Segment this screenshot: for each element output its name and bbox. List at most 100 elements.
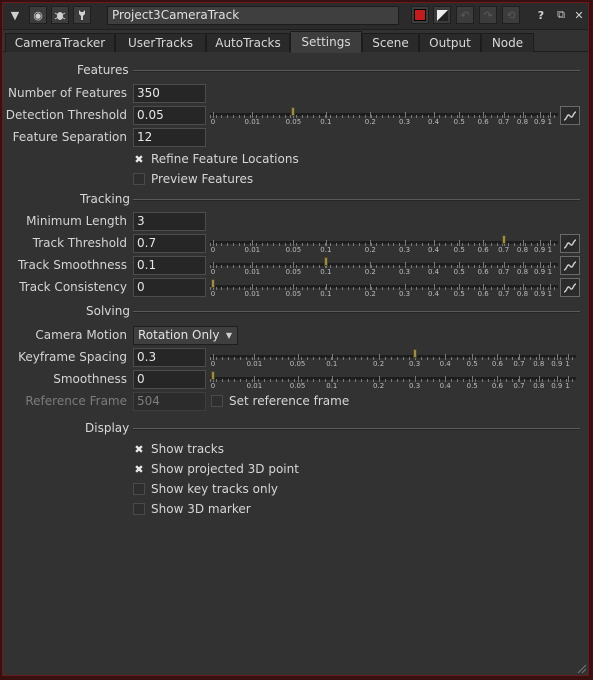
checkbox-box[interactable]: [133, 503, 145, 515]
slider-tick-label: 0.05: [285, 268, 302, 276]
slider-minor-tick: [474, 243, 475, 246]
slider-tick-label: 0.05: [285, 118, 302, 126]
slider-minor-tick: [267, 287, 268, 290]
slider-minor-tick: [348, 287, 349, 290]
node-name-field[interactable]: Project3CameraTrack: [107, 6, 399, 25]
help-icon[interactable]: ?: [532, 6, 550, 24]
track-smoothness-slider[interactable]: 0 0.01 0.05 0.1 0.2 0.3 0.4 0.5 0.6 0.7 0.8 0.9 1: [210, 255, 558, 277]
slider-handle[interactable]: [211, 371, 215, 380]
redo-icon[interactable]: ↷: [479, 6, 497, 24]
slider-handle[interactable]: [211, 279, 215, 288]
close-icon[interactable]: ✕: [570, 6, 588, 24]
slider-minor-tick: [307, 287, 308, 290]
slider-handle[interactable]: [323, 257, 328, 266]
slider-minor-tick: [349, 379, 350, 382]
slider-minor-tick: [228, 357, 229, 360]
tab-node[interactable]: Node: [481, 33, 534, 52]
slider-tick-label: 1: [565, 360, 570, 368]
detection-threshold-field[interactable]: 0.05: [133, 106, 206, 125]
track-threshold-curve-icon[interactable]: [560, 234, 580, 253]
detection-threshold-slider[interactable]: 0 0.01 0.05 0.1 0.2 0.3 0.4 0.5 0.6 0.7 0.8 0.9 1: [210, 105, 558, 127]
checkbox-check-icon[interactable]: ✖: [133, 443, 145, 456]
track-consistency-slider[interactable]: 0 0.01 0.05 0.1 0.2 0.3 0.4 0.5 0.6 0.7 0.8 0.9 1: [210, 277, 558, 299]
slider-tick-label: 0.5: [466, 382, 478, 390]
tab-usertracks[interactable]: UserTracks: [115, 33, 206, 52]
slider-minor-tick: [376, 243, 377, 246]
slider-minor-tick: [388, 287, 389, 290]
checkbox-box[interactable]: [133, 483, 145, 495]
slider-tick-label: 0.4: [428, 246, 440, 254]
preview-features-checkbox[interactable]: Preview Features: [133, 171, 253, 187]
show-tracks-checkbox[interactable]: ✖ Show tracks: [133, 441, 224, 457]
tab-output[interactable]: Output: [419, 33, 481, 52]
float-panel-icon[interactable]: ⧉: [552, 6, 570, 24]
slider-minor-tick: [336, 115, 337, 118]
section-divider: [133, 70, 580, 72]
slider-minor-tick: [336, 265, 337, 268]
refine-feature-locations-checkbox[interactable]: ✖ Refine Feature Locations: [133, 151, 298, 167]
minimum-length-field[interactable]: 3: [133, 212, 206, 231]
feature-separation-field[interactable]: 12: [133, 128, 206, 147]
slider-minor-tick: [572, 379, 573, 382]
keyframe-spacing-slider[interactable]: 0 0.01 0.05 0.1 0.2 0.3 0.4 0.5 0.6 0.7 0.8 0.9 1: [210, 347, 576, 369]
tab-autotracks[interactable]: AutoTracks: [206, 33, 290, 52]
slider-minor-tick: [276, 357, 277, 360]
checkbox-check-icon[interactable]: ✖: [133, 463, 145, 476]
bug-icon[interactable]: [51, 6, 69, 24]
slider-minor-tick: [342, 287, 343, 290]
smoothness-field[interactable]: 0: [133, 370, 206, 389]
slider-tick-label: 0.1: [320, 246, 332, 254]
show-key-tracks-only-checkbox[interactable]: Show key tracks only: [133, 481, 278, 497]
number-of-features-field[interactable]: 350: [133, 84, 206, 103]
keyframe-spacing-field[interactable]: 0.3: [133, 348, 206, 367]
reference-frame-field[interactable]: 504: [133, 392, 206, 411]
revert-icon[interactable]: ⟲: [502, 6, 520, 24]
collapse-arrow-icon[interactable]: ▼: [6, 6, 24, 24]
color-swatch-bw-icon[interactable]: [433, 6, 451, 24]
checkbox-box[interactable]: [133, 173, 145, 185]
checkbox-box[interactable]: [211, 395, 223, 407]
tab-cameratracker[interactable]: CameraTracker: [5, 33, 115, 52]
slider-tick-label: 0.2: [373, 360, 385, 368]
wrench-icon[interactable]: [73, 6, 91, 24]
slider-handle[interactable]: [291, 107, 296, 116]
undo-icon[interactable]: ↶: [456, 6, 474, 24]
slider-tick-label: 0.6: [491, 382, 503, 390]
tab-scene[interactable]: Scene: [362, 33, 419, 52]
color-swatch-red-icon[interactable]: [411, 6, 429, 24]
slider-tick-label: 0.9: [551, 360, 563, 368]
slider-handle[interactable]: [412, 349, 417, 358]
tab-settings[interactable]: Settings: [290, 31, 362, 53]
detection-threshold-curve-icon[interactable]: [560, 106, 580, 125]
slider-minor-tick: [216, 357, 217, 360]
track-smoothness-field[interactable]: 0.1: [133, 256, 206, 275]
track-threshold-field[interactable]: 0.7: [133, 234, 206, 253]
smoothness-slider[interactable]: 0 0.01 0.05 0.1 0.2 0.3 0.4 0.5 0.6 0.7 0.8 0.9 1: [210, 369, 576, 391]
slider-handle[interactable]: [501, 235, 506, 244]
record-icon[interactable]: ◉: [29, 6, 47, 24]
slider-minor-tick: [313, 379, 314, 382]
slider-minor-tick: [554, 243, 555, 246]
slider-minor-tick: [222, 357, 223, 360]
track-smoothness-curve-icon[interactable]: [560, 256, 580, 275]
slider-minor-tick: [514, 287, 515, 290]
slider-minor-tick: [240, 379, 241, 382]
track-consistency-field[interactable]: 0: [133, 278, 206, 297]
resize-grip-icon[interactable]: [576, 663, 586, 673]
slider-tick-label: 0.8: [533, 360, 545, 368]
show-projected-3d-point-checkbox[interactable]: ✖ Show projected 3D point: [133, 461, 299, 477]
checkbox-label: Show key tracks only: [151, 482, 279, 496]
slider-minor-tick: [457, 379, 458, 382]
slider-minor-tick: [221, 115, 222, 118]
slider-minor-tick: [491, 287, 492, 290]
slider-minor-tick: [445, 243, 446, 246]
track-threshold-slider[interactable]: 0 0.01 0.05 0.1 0.2 0.3 0.4 0.5 0.6 0.7 0.8 0.9 1: [210, 233, 558, 255]
slider-minor-tick: [514, 265, 515, 268]
track-consistency-curve-icon[interactable]: [560, 278, 580, 297]
slider-minor-tick: [216, 243, 217, 246]
camera-motion-dropdown[interactable]: Rotation Only ▼: [133, 326, 238, 345]
show-3d-marker-checkbox[interactable]: Show 3D marker: [133, 501, 251, 517]
checkbox-check-icon[interactable]: ✖: [133, 153, 145, 166]
set-reference-frame-checkbox[interactable]: Set reference frame: [211, 393, 349, 409]
title-bar: ▼ ◉ Project3CameraTrack ↶ ↷ ⟲ ? ⧉ ✕: [3, 3, 588, 30]
